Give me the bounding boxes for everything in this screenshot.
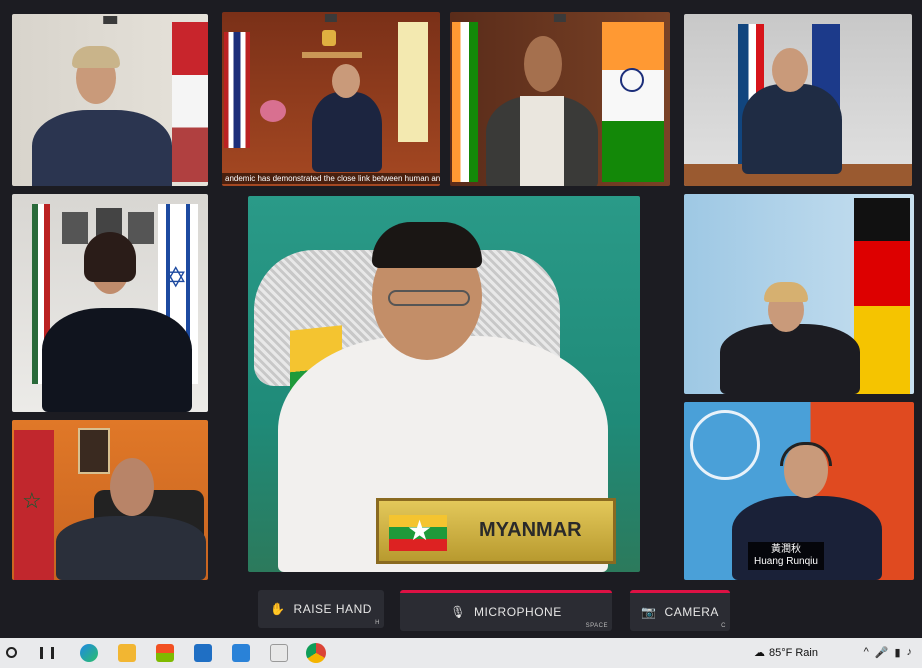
photos-icon[interactable] — [232, 644, 250, 662]
participant-body — [742, 84, 842, 174]
netherlands-flag — [172, 22, 208, 182]
meeting-controls-bar: ✋ RAISE HAND H 🎙 MICROPHONE SPACE 📷 CAME… — [0, 584, 922, 636]
microphone-label: MICROPHONE — [474, 605, 562, 619]
india-flag-right — [602, 22, 664, 182]
microphone-shortcut: SPACE — [585, 623, 608, 629]
video-tile-morocco[interactable]: ☆ — [12, 420, 208, 580]
participant-head — [772, 48, 808, 92]
chart-app-icon[interactable] — [270, 644, 288, 662]
wall-photo — [62, 212, 88, 244]
participant-head — [524, 36, 562, 92]
subtitle-caption: andemic has demonstrated the close link … — [222, 173, 440, 184]
star-of-david-icon: ✡ — [164, 262, 188, 293]
weather-text: 85°F Rain — [768, 646, 818, 659]
pentagram-icon: ☆ — [22, 488, 42, 513]
participant-body — [720, 324, 860, 394]
speaker-name-en: Huang Runqiu — [754, 556, 818, 567]
participant-body — [312, 92, 382, 172]
rain-cloud-icon: ☁ — [753, 647, 765, 659]
video-tile-india[interactable] — [450, 12, 670, 186]
royal-flag — [398, 22, 428, 142]
tile-label — [553, 14, 567, 22]
germany-flag — [854, 198, 910, 394]
microphone-tray-icon[interactable]: 🎤 — [875, 646, 889, 659]
microphone-button[interactable]: 🎙 MICROPHONE SPACE — [400, 590, 612, 631]
system-tray[interactable]: ^ 🎤 ▮ ♪ — [864, 646, 912, 659]
network-icon[interactable]: ▮ — [894, 646, 900, 659]
video-tile-germany[interactable] — [684, 194, 914, 394]
star-icon: ★ — [407, 515, 433, 546]
country-nameplate: ★ MYANMAR — [376, 498, 616, 564]
tile-label — [103, 16, 117, 24]
windows-taskbar: ☁ 85°F Rain ^ 🎤 ▮ ♪ — [0, 638, 922, 668]
participant-head — [110, 458, 154, 516]
video-tile-netherlands[interactable] — [12, 14, 208, 186]
participant-body — [32, 110, 172, 186]
nameplate-text: MYANMAR — [479, 519, 582, 541]
emblem-icon — [322, 30, 336, 46]
speaker-icon[interactable]: ♪ — [907, 646, 913, 659]
microphone-icon: 🎙 — [450, 605, 467, 619]
wall-photo — [128, 212, 154, 244]
edge-icon[interactable] — [80, 644, 98, 662]
camera-shortcut: C — [721, 623, 726, 629]
chrome-icon[interactable] — [306, 643, 326, 663]
video-tile-czech[interactable] — [684, 14, 912, 186]
india-flag-left — [452, 22, 478, 182]
task-view-icon[interactable] — [40, 647, 54, 659]
tile-label — [324, 14, 338, 22]
camera-icon: 📷 — [641, 605, 657, 619]
search-icon[interactable] — [6, 647, 17, 658]
video-tile-thailand[interactable]: andemic has demonstrated the close link … — [222, 12, 440, 186]
hand-icon: ✋ — [270, 602, 286, 616]
participant-body — [42, 308, 192, 412]
weather-widget[interactable]: ☁ 85°F Rain — [753, 646, 818, 660]
store-icon[interactable] — [156, 644, 174, 662]
ashoka-chakra-icon — [620, 68, 644, 92]
participant-head — [332, 64, 360, 98]
camera-label: CAMERA — [664, 605, 719, 619]
raise-hand-label: RAISE HAND — [293, 602, 372, 616]
video-tile-israel[interactable]: ✡ — [12, 194, 208, 412]
un-emblem-icon — [690, 410, 760, 480]
speaker-name-cn: 黃潤秋 — [770, 544, 801, 555]
mail-icon[interactable] — [194, 644, 212, 662]
raise-hand-button[interactable]: ✋ RAISE HAND H — [258, 590, 384, 628]
file-explorer-icon[interactable] — [118, 644, 136, 662]
camera-button[interactable]: 📷 CAMERA C — [630, 590, 730, 631]
raise-hand-shortcut: H — [375, 620, 380, 626]
speaker-name-label: 黃潤秋 Huang Runqiu — [748, 542, 824, 570]
glasses — [388, 290, 470, 306]
participant-body — [56, 516, 206, 580]
chevron-up-icon[interactable]: ^ — [864, 646, 869, 659]
framed-portrait — [78, 428, 110, 474]
thailand-flag — [224, 32, 250, 148]
